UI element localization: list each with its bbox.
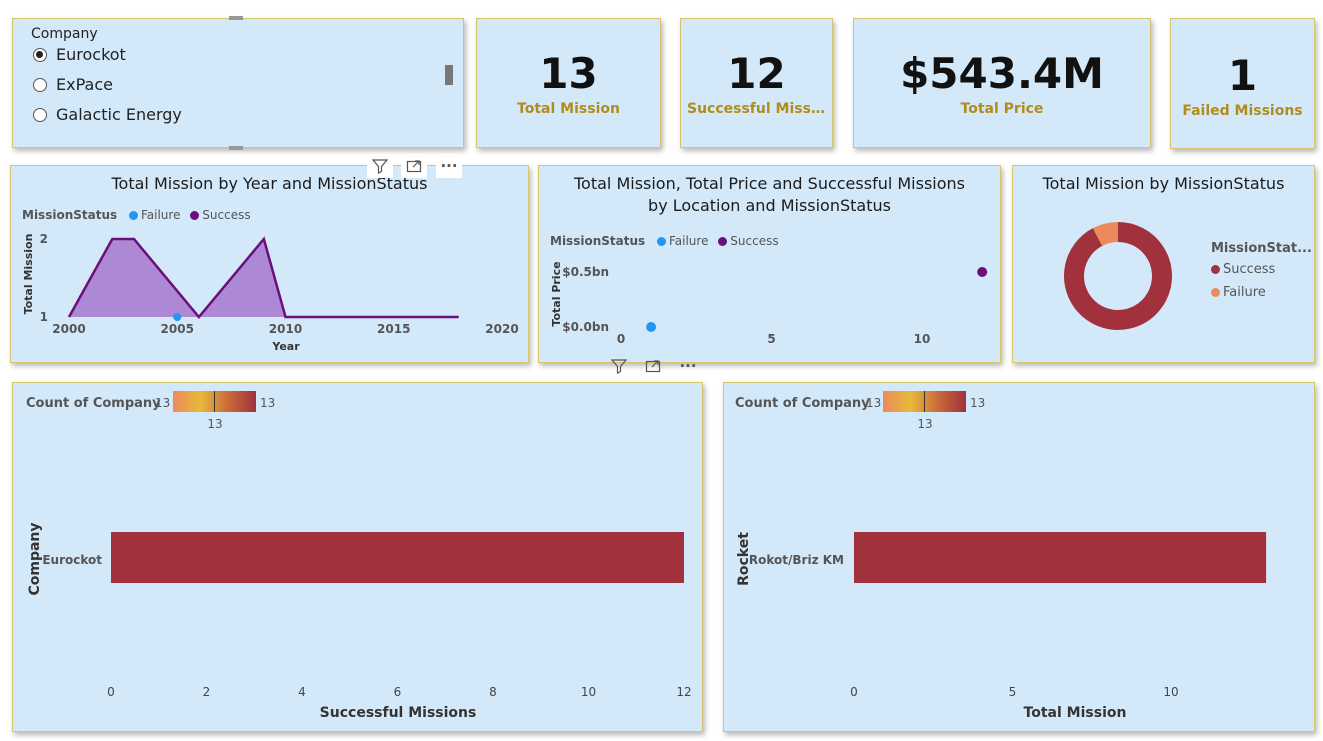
success-legend-icon: [1211, 265, 1220, 274]
success-point: [977, 267, 988, 277]
kpi-value: $543.4M: [900, 49, 1104, 98]
x-tick-label: 10: [1163, 685, 1178, 699]
x-tick-label: 2010: [269, 322, 302, 336]
x-tick-label: 2015: [377, 322, 410, 336]
x-tick-label: 2: [203, 685, 211, 699]
company-bar-chart-visual[interactable]: Count of Company 13 13 13 Company Eurock…: [12, 382, 703, 732]
legend-item: Failure: [1223, 285, 1266, 300]
kpi-value: 12: [727, 49, 786, 98]
gradient-max-label: 13: [260, 396, 275, 410]
slicer-resize-handle[interactable]: [229, 146, 243, 150]
gradient-mid-label: 13: [207, 417, 222, 431]
y-axis-label: Total Price: [550, 261, 563, 326]
year-area-chart-visual[interactable]: Total Mission by Year and MissionStatus …: [10, 165, 529, 363]
success-area: [69, 239, 459, 317]
x-axis-label: Total Mission: [1024, 705, 1127, 721]
slicer-option-expace[interactable]: ExPace: [33, 75, 113, 94]
x-tick-label: 6: [394, 685, 402, 699]
slicer-title: Company: [31, 26, 98, 42]
slicer-option-eurockot[interactable]: Eurockot: [33, 45, 126, 64]
company-slicer: Company Eurockot ExPace Galactic Energy: [12, 16, 464, 150]
y-tick-label: 2: [40, 232, 48, 246]
x-tick-label: 0: [617, 332, 625, 346]
gradient-legend-marker: [214, 391, 215, 412]
donut-legend: MissionStat... Success Failure: [1211, 241, 1312, 300]
kpi-label: Failed Missions: [1182, 103, 1303, 119]
kpi-card-total-mission: 13 Total Mission: [476, 18, 661, 148]
category-label: Eurockot: [42, 553, 102, 567]
kpi-value: 1: [1227, 51, 1258, 100]
category-label: Rokot/Briz KM: [749, 553, 844, 567]
y-axis-label: Total Mission: [22, 234, 35, 315]
radio-icon: [33, 77, 47, 92]
legend-item: Success: [1223, 262, 1276, 277]
x-tick-label: 12: [676, 685, 691, 699]
y-tick-label: $0.0bn: [562, 320, 609, 334]
kpi-label: Successful Missions: [687, 101, 832, 117]
donut-chart-visual[interactable]: Total Mission by MissionStatus MissionSt…: [1012, 165, 1315, 363]
x-axis-label: Year: [271, 340, 300, 353]
x-tick-label: 0: [107, 685, 115, 699]
kpi-label: Total Price: [960, 101, 1044, 117]
more-options-icon[interactable]: ···: [675, 354, 701, 378]
radio-icon: [33, 107, 47, 122]
year-area-chart-plot: Total Mission Year 2000 2005 2010 2015 2020 1…: [22, 232, 519, 353]
slicer-option-label: Galactic Energy: [56, 105, 182, 124]
kpi-value: 13: [539, 49, 598, 98]
x-tick-label: 2020: [485, 322, 518, 336]
y-tick-label: 1: [40, 310, 48, 324]
location-scatter-chart-plot: Total Price 0 5 10 $0.0bn $0.5bn: [550, 261, 988, 346]
x-tick-label: 10: [914, 332, 931, 346]
failure-point: [173, 313, 182, 321]
x-tick-label: 5: [767, 332, 775, 346]
kpi-card-total-price: $543.4M Total Price: [853, 18, 1151, 148]
x-tick-label: 0: [850, 685, 858, 699]
bar: [854, 532, 1267, 583]
donut-slice-success: [1064, 222, 1172, 330]
bar: [111, 532, 684, 583]
focus-mode-icon[interactable]: [640, 354, 666, 378]
gradient-legend-title: Count of Company: [26, 396, 161, 411]
legend-item-failure: Failure: [1211, 285, 1312, 300]
x-tick-label: 2005: [161, 322, 194, 336]
slicer-option-label: Eurockot: [56, 45, 126, 64]
gradient-min-label: 13: [866, 396, 881, 410]
x-axis-label: Successful Missions: [320, 705, 477, 721]
slicer-scrollbar[interactable]: [445, 65, 453, 85]
more-options-icon[interactable]: ···: [436, 154, 462, 178]
x-tick-label: 8: [489, 685, 497, 699]
donut-slice-failure: [1092, 222, 1119, 247]
gradient-legend-marker: [924, 391, 925, 412]
company-bar-chart-plot: Count of Company 13 13 13 Company Eurock…: [26, 396, 692, 721]
slicer-option-label: ExPace: [56, 75, 113, 94]
filter-icon[interactable]: [367, 154, 393, 178]
gradient-legend-title: Count of Company: [735, 396, 870, 411]
slicer-resize-handle[interactable]: [229, 16, 243, 20]
legend-title: MissionStat...: [1211, 241, 1312, 256]
x-tick-label: 10: [581, 685, 596, 699]
focus-mode-icon[interactable]: [401, 154, 427, 178]
kpi-label: Total Mission: [517, 101, 620, 117]
y-axis-label: Company: [27, 522, 43, 595]
gradient-max-label: 13: [970, 396, 985, 410]
location-scatter-chart-visual[interactable]: Total Mission, Total Price and Successfu…: [538, 165, 1001, 363]
gradient-mid-label: 13: [917, 417, 932, 431]
legend-item-success: Success: [1211, 262, 1312, 277]
failure-legend-icon: [1211, 288, 1220, 297]
failure-point: [646, 322, 657, 332]
filter-icon[interactable]: [606, 354, 632, 378]
rocket-bar-chart-visual[interactable]: Count of Company 13 13 13 Rocket Rokot/B…: [723, 382, 1315, 732]
slicer-option-galactic-energy[interactable]: Galactic Energy: [33, 105, 182, 124]
x-tick-label: 4: [298, 685, 306, 699]
kpi-card-failed-missions: 1 Failed Missions: [1170, 18, 1315, 149]
gradient-min-label: 13: [155, 396, 170, 410]
y-tick-label: $0.5bn: [562, 265, 609, 279]
kpi-card-successful-missions: 12 Successful Missions: [680, 18, 833, 148]
x-tick-label: 2000: [52, 322, 85, 336]
rocket-bar-chart-plot: Count of Company 13 13 13 Rocket Rokot/B…: [735, 396, 1267, 721]
x-tick-label: 5: [1009, 685, 1017, 699]
radio-selected-icon: [33, 47, 47, 62]
